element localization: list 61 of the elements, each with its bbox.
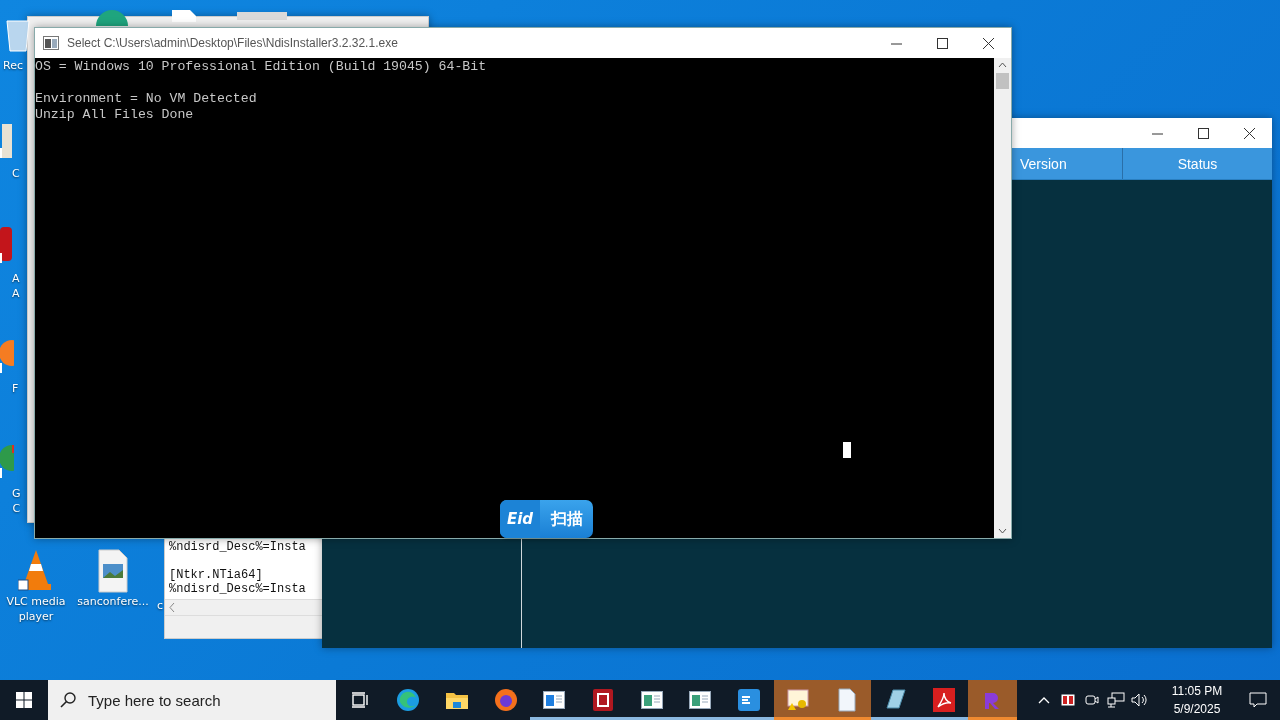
text-line: %ndisrd_Desc%=Insta: [169, 540, 307, 554]
window-icon: [543, 691, 566, 709]
bin-icon: [6, 20, 30, 52]
icon-label: G: [12, 486, 21, 501]
column-header[interactable]: Status: [1122, 148, 1272, 179]
scrollbar-thumb[interactable]: [996, 73, 1009, 89]
console-line: Unzip All Files Done: [35, 107, 195, 123]
icon-label: C: [12, 166, 20, 181]
image-file-icon: [95, 548, 131, 594]
close-icon: [982, 37, 994, 49]
maximize-icon: [936, 37, 948, 49]
cone-icon: [18, 548, 54, 594]
icon-label: Rec: [3, 58, 23, 73]
maximize-icon: [1197, 127, 1209, 139]
app-icon: [593, 689, 614, 711]
caret-icon: [1038, 696, 1050, 704]
console-line: Environment = No VM Detected: [35, 91, 258, 107]
close-icon: [1243, 127, 1255, 139]
keyboard-layout-icon: [1061, 694, 1075, 706]
scan-popup[interactable]: Eid 扫描: [500, 500, 593, 538]
window-title: Select C:\Users\admin\Desktop\Files\NdisInstaller3.2.32.1.exe: [67, 36, 399, 50]
camera-icon: [1084, 692, 1100, 708]
file-icon: [837, 688, 856, 712]
clock-time: 11:05 PM: [1171, 683, 1223, 700]
search-field[interactable]: Type here to search: [86, 690, 330, 710]
icon-label: F: [12, 381, 19, 396]
app-icon: [738, 689, 761, 711]
speech-bubble-icon: [1249, 692, 1267, 708]
console-icon: [43, 36, 59, 50]
windows-icon: [16, 692, 32, 708]
window-icon: [689, 691, 712, 709]
fox-globe-icon: [493, 688, 518, 712]
console-line: OS = Windows 10 Professional Edition (Build 19045) 64-Bit: [35, 59, 488, 75]
certificate-icon: [785, 688, 810, 712]
clock[interactable]: 11:05 PM 5/9/2025: [1162, 682, 1232, 718]
file-icon: [237, 10, 287, 20]
icon-label: player: [18, 609, 54, 624]
search-icon: [60, 692, 76, 708]
logo: Eid: [500, 500, 540, 538]
text-line: %ndisrd_Desc%=Insta: [169, 582, 307, 596]
notepad-icon: [883, 688, 908, 712]
network-icon: [1107, 692, 1125, 708]
horizontal-scrollbar[interactable]: [165, 599, 323, 615]
icon-label: C: [12, 501, 21, 516]
swirl-icon: [396, 688, 421, 712]
icon-label: A: [12, 286, 20, 301]
speaker-icon: [1131, 692, 1149, 708]
search-bar[interactable]: Type here to search: [48, 680, 336, 720]
icon-label: c: [157, 598, 164, 613]
folder-icon: [445, 690, 470, 710]
icon-label: sanconfere...: [77, 594, 149, 609]
icon-label: VLC media: [6, 594, 66, 609]
task-view-icon: [351, 692, 369, 708]
window-icon: [640, 691, 663, 709]
icon-label: A: [12, 271, 20, 286]
vertical-scrollbar[interactable]: [994, 58, 1011, 538]
scan-label: 扫描: [549, 508, 584, 530]
clock-date: 5/9/2025: [1173, 701, 1221, 718]
pdf-icon: [932, 688, 955, 712]
text-line: [Ntkr.NTia64]: [169, 568, 264, 582]
text-cursor: [843, 442, 851, 458]
